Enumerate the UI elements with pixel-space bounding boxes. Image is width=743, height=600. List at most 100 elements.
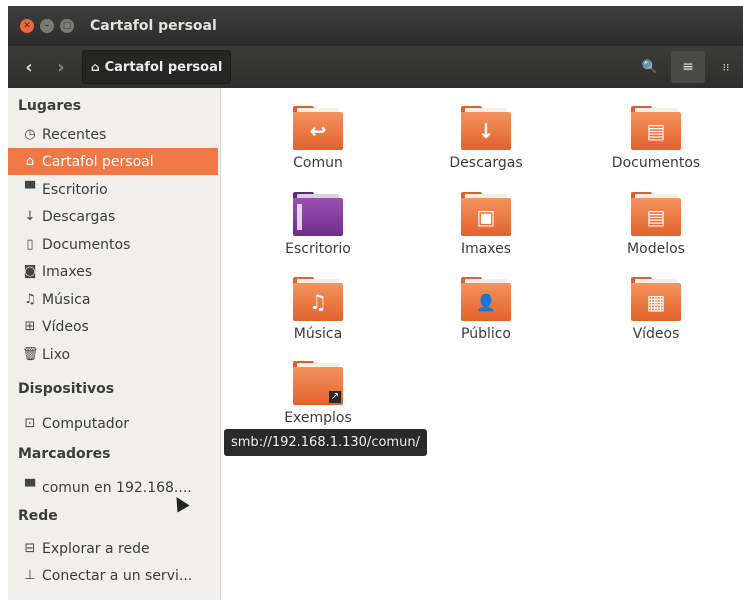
home-icon: ⌂ [91, 60, 100, 74]
folder-label: Exemplos [284, 410, 352, 426]
folder-item-musica[interactable]: ♫ Música [243, 277, 393, 342]
folder-templates-icon: ▤ [631, 192, 681, 236]
folder-item-publico[interactable]: 👤 Público [411, 277, 561, 342]
folder-videos-icon: ▦ [631, 277, 681, 321]
sidebar-item-label: Lixo [42, 346, 71, 363]
document-emblem-icon: ▤ [646, 119, 666, 143]
film-icon: ⊞ [24, 319, 36, 334]
folder-icon: ↩ [293, 106, 343, 150]
folder-label: Descargas [449, 155, 523, 171]
sidebar-item-computador[interactable]: ⊡ Computador [8, 410, 218, 437]
sidebar-item-label: comun en 192.168.... [42, 479, 192, 496]
breadcrumb-home[interactable]: ⌂ Cartafol persoal [82, 50, 232, 84]
sidebar-item-escritorio[interactable]: ▀ Escritorio [8, 176, 218, 203]
home-icon: ⌂ [25, 154, 35, 169]
maximize-icon: □ [62, 21, 72, 31]
back-button[interactable]: ‹ [14, 52, 44, 82]
document-icon: ▯ [26, 237, 34, 252]
list-view-button[interactable]: ≡ [671, 51, 705, 83]
download-icon: ↓ [24, 209, 36, 224]
music-emblem-icon: ♫ [309, 290, 327, 314]
folder-item-imaxes[interactable]: ▣ Imaxes [411, 192, 561, 257]
folder-examples-icon: ↗ [293, 361, 343, 405]
folder-item-videos[interactable]: ▦ Vídeos [581, 277, 731, 342]
sidebar-item-cartafol-persoal[interactable]: ⌂ Cartafol persoal [8, 148, 218, 175]
camera-icon: ◙ [23, 264, 37, 279]
folder-pictures-icon: ▣ [461, 192, 511, 236]
bookmark-tooltip: smb://192.168.1.130/comun/ [224, 429, 427, 456]
folder-item-exemplos[interactable]: ↗ Exemplos [243, 361, 393, 426]
forward-button[interactable]: › [46, 52, 76, 82]
clock-icon: ◷ [24, 127, 36, 142]
trash-icon: 🗑 [22, 347, 39, 362]
symlink-arrow-icon: ↗ [329, 391, 341, 403]
file-manager-window: ✕ – □ Cartafol persoal ‹ › ⌂ Cartafol pe… [8, 6, 743, 600]
download-emblem-icon: ↓ [477, 119, 495, 143]
search-icon: 🔍 [641, 59, 659, 75]
grid-view-button[interactable]: ⁝⁝ [709, 51, 743, 83]
maximize-window-button[interactable]: □ [60, 19, 74, 33]
breadcrumb-label: Cartafol persoal [104, 59, 223, 75]
list-icon: ≡ [682, 59, 694, 75]
sidebar-item-comun-bookmark[interactable]: ▀ comun en 192.168.... [8, 474, 218, 501]
sidebar-item-label: Documentos [42, 236, 131, 253]
sidebar-item-label: Recentes [42, 126, 107, 143]
folder-label: Imaxes [460, 241, 512, 257]
folder-desktop-icon [293, 192, 343, 236]
folder-label: Comun [293, 155, 343, 171]
folder-item-documentos[interactable]: ▤ Documentos [581, 106, 731, 171]
film-emblem-icon: ▦ [646, 290, 666, 314]
sidebar-item-conectar-servidor[interactable]: ⊥ Conectar a un servi... [8, 562, 218, 589]
sidebar-item-musica[interactable]: ♫ Música [8, 286, 218, 313]
link-emblem-icon: ↩ [309, 119, 327, 143]
minimize-icon: – [44, 21, 50, 31]
chevron-right-icon: › [57, 56, 65, 78]
sidebar-item-videos[interactable]: ⊞ Vídeos [8, 313, 218, 340]
search-button[interactable]: 🔍 [633, 51, 667, 83]
sidebar: Lugares ◷ Recentes ⌂ Cartafol persoal ▀ … [8, 88, 221, 600]
title-bar: ✕ – □ Cartafol persoal [8, 6, 743, 46]
sidebar-item-lixo[interactable]: 🗑 Lixo [8, 341, 218, 368]
folder-item-comun[interactable]: ↩ Comun [243, 106, 393, 171]
sidebar-item-label: Descargas [42, 208, 116, 225]
folder-item-modelos[interactable]: ▤ Modelos [581, 192, 731, 257]
section-rede: Rede [18, 508, 58, 524]
section-marcadores: Marcadores [18, 446, 111, 462]
sidebar-item-documentos[interactable]: ▯ Documentos [8, 231, 218, 258]
sidebar-item-imaxes[interactable]: ◙ Imaxes [8, 258, 218, 285]
sidebar-item-label: Escritorio [42, 181, 108, 198]
network-icon: ⊟ [24, 541, 36, 556]
network-folder-icon: ▀ [25, 480, 35, 495]
toolbar: ‹ › ⌂ Cartafol persoal 🔍 ≡ ⁝⁝ [8, 46, 743, 88]
person-emblem-icon: 👤 [476, 292, 496, 312]
sidebar-item-label: Explorar a rede [42, 540, 150, 557]
folder-label: Modelos [627, 241, 685, 257]
folder-label: Documentos [611, 155, 701, 171]
sidebar-item-label: Computador [42, 415, 130, 432]
template-emblem-icon: ▤ [646, 205, 666, 229]
close-window-button[interactable]: ✕ [20, 19, 34, 33]
sidebar-item-descargas[interactable]: ↓ Descargas [8, 203, 218, 230]
sidebar-item-label: Cartafol persoal [42, 153, 154, 170]
file-view: ↩ Comun ↓ Descargas ▤ Documentos Escrito… [221, 88, 743, 600]
folder-item-descargas[interactable]: ↓ Descargas [411, 106, 561, 171]
grid-icon: ⁝⁝ [722, 60, 730, 74]
folder-icon: ▀ [25, 182, 35, 197]
section-dispositivos: Dispositivos [18, 381, 115, 397]
sidebar-item-label: Conectar a un servi... [42, 567, 193, 584]
folder-documents-icon: ▤ [631, 106, 681, 150]
folder-label: Escritorio [285, 241, 351, 257]
chevron-left-icon: ‹ [25, 56, 33, 78]
picture-emblem-icon: ▣ [476, 205, 496, 229]
folder-item-escritorio[interactable]: Escritorio [243, 192, 393, 257]
folder-label: Público [461, 326, 511, 342]
sidebar-item-explorar-rede[interactable]: ⊟ Explorar a rede [8, 535, 218, 562]
window-title: Cartafol persoal [90, 18, 217, 34]
folder-label: Vídeos [632, 326, 680, 342]
folder-music-icon: ♫ [293, 277, 343, 321]
minimize-window-button[interactable]: – [40, 19, 54, 33]
sidebar-item-label: Vídeos [42, 318, 89, 335]
folder-download-icon: ↓ [461, 106, 511, 150]
close-icon: ✕ [23, 21, 31, 31]
sidebar-item-recentes[interactable]: ◷ Recentes [8, 121, 218, 148]
